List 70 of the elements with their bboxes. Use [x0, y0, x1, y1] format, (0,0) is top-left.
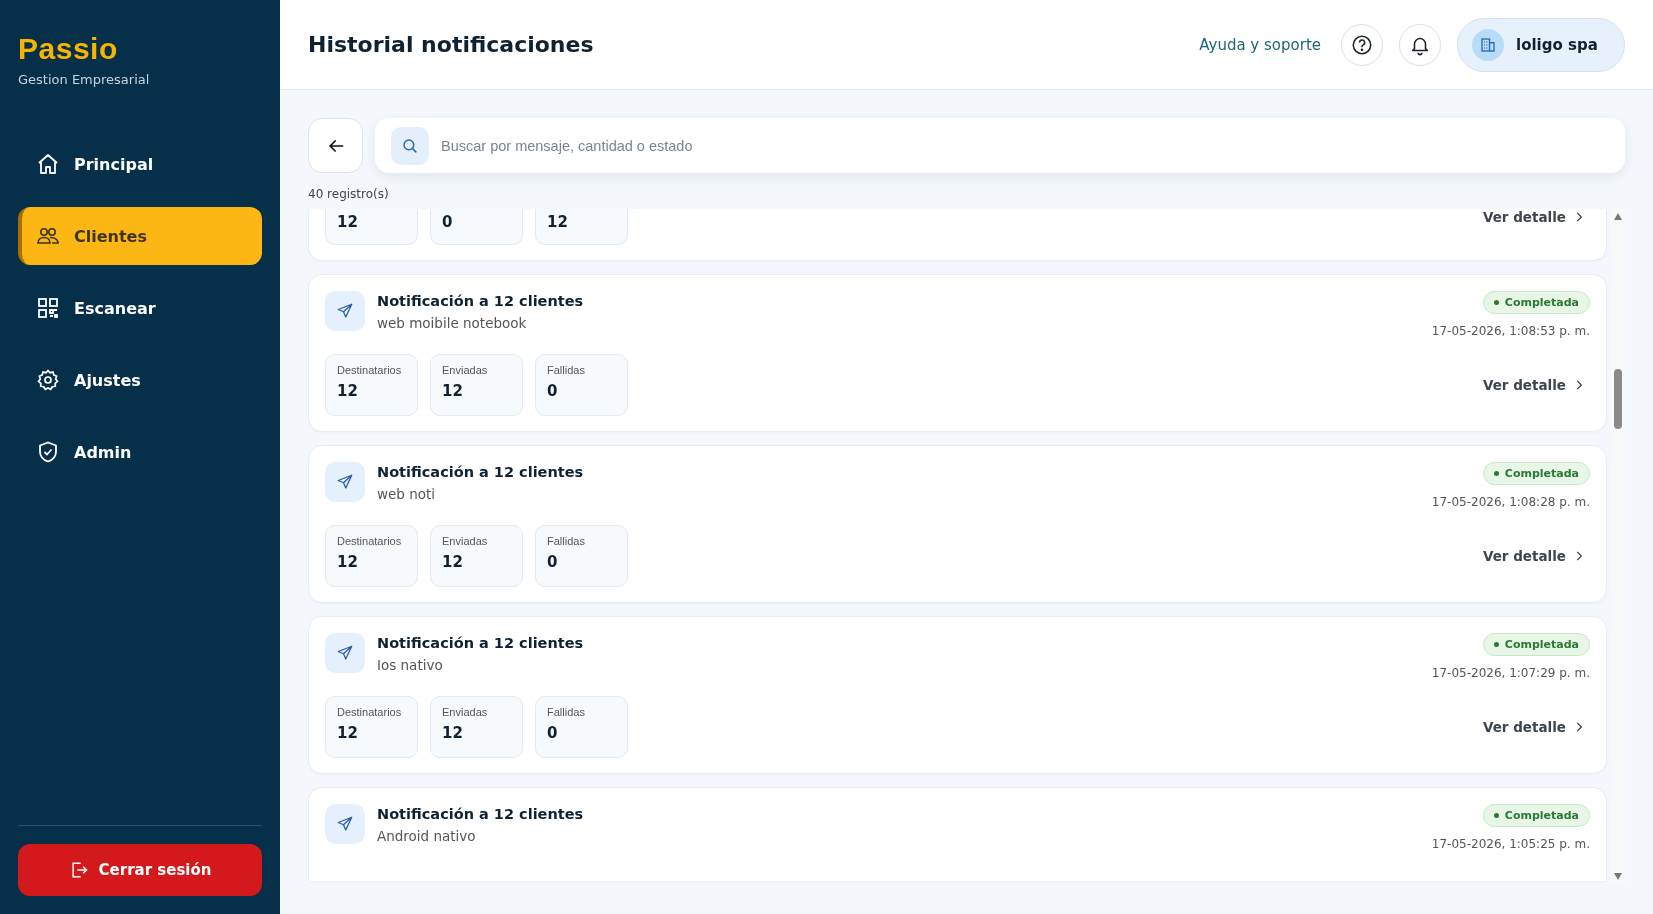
stat-label: Fallidas: [547, 706, 586, 718]
stat-value: 12: [442, 724, 464, 742]
shield-check-icon: [36, 440, 60, 464]
scroll-down-icon[interactable]: [1614, 873, 1622, 880]
view-detail-link[interactable]: Ver detalle: [1482, 209, 1586, 225]
search-icon: [391, 127, 429, 165]
view-detail-link[interactable]: Ver detalle: [1482, 548, 1586, 564]
send-icon: [325, 291, 365, 331]
record-count: 40 registro(s): [308, 187, 389, 201]
stat-value: 0: [442, 213, 454, 231]
view-detail-link[interactable]: Ver detalle: [1482, 377, 1586, 393]
stat-value: 0: [547, 382, 559, 400]
stat-label: Fallidas: [547, 364, 586, 376]
brand-tagline: Gestion Empresarial: [18, 72, 150, 87]
sidebar-item[interactable]: Admin: [18, 423, 262, 481]
search-field[interactable]: Buscar por mensaje, cantidad o estado: [375, 118, 1625, 173]
stat-label: Fallidas: [547, 535, 586, 547]
stat-value: 12: [442, 553, 464, 571]
sidebar-item[interactable]: Principal: [18, 135, 262, 193]
sidebar-item[interactable]: Clientes: [18, 207, 262, 265]
stat-value: 0: [547, 724, 559, 742]
home-icon: [36, 152, 60, 176]
stat-value: 12: [442, 382, 464, 400]
settings-icon: [36, 368, 60, 392]
notification-title: Notificación a 12 clientes: [377, 293, 584, 309]
stat-label: Enviadas: [442, 706, 489, 718]
notification-message: Ios nativo: [377, 657, 444, 673]
send-icon: [325, 804, 365, 844]
help-link[interactable]: Ayuda y soporte: [1199, 35, 1321, 54]
stat-value: 12: [337, 724, 359, 742]
status-badge: Completada: [1482, 633, 1590, 656]
status-badge: Completada: [1482, 291, 1590, 314]
page-title: Historial notificaciones: [308, 32, 594, 57]
notification-title: Notificación a 12 clientes: [377, 464, 584, 480]
send-icon: [325, 462, 365, 502]
notification-title: Notificación a 12 clientes: [377, 635, 584, 651]
brand-logo: Passio: [18, 32, 118, 66]
status-badge: Completada: [1482, 462, 1590, 485]
notifications-button[interactable]: [1399, 23, 1441, 66]
logout-button[interactable]: Cerrar sesión: [18, 844, 262, 896]
help-icon: [1351, 33, 1373, 56]
scroll-up-icon[interactable]: [1614, 213, 1622, 220]
notification-message: web moibile notebook: [377, 315, 528, 331]
stat-label: Enviadas: [442, 364, 489, 376]
account-button[interactable]: loligo spa: [1457, 17, 1625, 72]
notification-date: 17-05-2026, 1:07:29 p. m.: [1431, 666, 1590, 680]
notification-date: 17-05-2026, 1:08:53 p. m.: [1431, 324, 1590, 338]
notification-title: Notificación a 12 clientes: [377, 806, 584, 822]
scroll-thumb[interactable]: [1614, 369, 1622, 429]
stat-value: 0: [547, 553, 559, 571]
view-detail-link[interactable]: Ver detalle: [1482, 719, 1586, 735]
stat-value: 12: [337, 213, 359, 231]
qr-code-icon: [36, 296, 60, 320]
notification-message: web noti: [377, 486, 437, 502]
status-badge: Completada: [1482, 804, 1590, 827]
notification-date: 17-05-2026, 1:05:25 p. m.: [1431, 837, 1590, 851]
notification-date: 17-05-2026, 1:08:28 p. m.: [1431, 495, 1590, 509]
send-icon: [325, 633, 365, 673]
sidebar-item[interactable]: Ajustes: [18, 351, 262, 409]
stat-value: 12: [337, 553, 359, 571]
stat-label: Enviadas: [442, 535, 489, 547]
building-icon: [1472, 28, 1504, 61]
help-button[interactable]: [1341, 23, 1383, 66]
stat-value: 12: [547, 213, 569, 231]
sidebar-item[interactable]: Escanear: [18, 279, 262, 337]
stat-value: 12: [337, 382, 359, 400]
stat-label: Destinatarios: [337, 706, 403, 718]
stat-label: Destinatarios: [337, 535, 403, 547]
notification-message: Android nativo: [377, 828, 477, 844]
stat-label: Destinatarios: [337, 364, 403, 376]
